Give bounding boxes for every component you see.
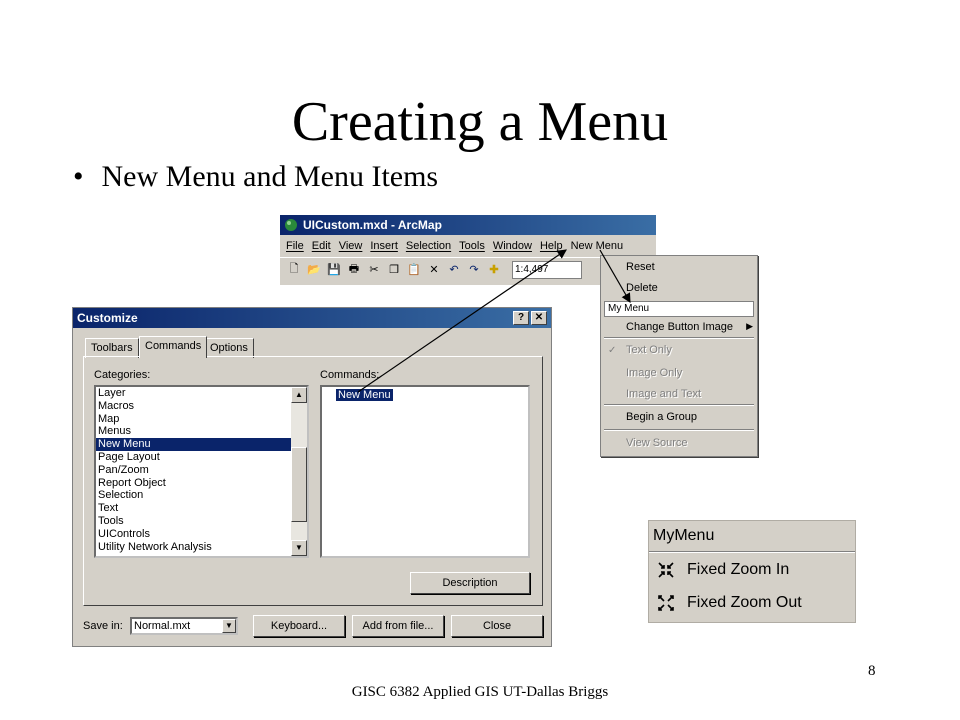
ctx-view-source[interactable]: View Source — [626, 437, 688, 449]
bullet-text: New Menu and Menu Items — [101, 160, 439, 193]
arcmap-titlebar: UICustom.mxd - ArcMap — [280, 215, 656, 235]
save-icon[interactable]: 💾 — [326, 262, 342, 278]
ctx-change-button-image[interactable]: Change Button Image — [626, 321, 733, 333]
arcmap-globe-icon — [285, 219, 297, 231]
fixed-zoom-in-item[interactable]: Fixed Zoom In — [657, 561, 789, 579]
categories-scrollbar[interactable]: ▲ ▼ — [291, 387, 307, 556]
list-item[interactable]: Layer — [96, 387, 307, 400]
menu-context-popup: Reset Delete My Menu Change Button Image… — [600, 255, 758, 457]
help-button[interactable]: ? — [513, 311, 529, 325]
fixed-zoom-out-item[interactable]: Fixed Zoom Out — [657, 594, 802, 612]
fixed-zoom-out-label: Fixed Zoom Out — [687, 594, 802, 611]
ctx-reset[interactable]: Reset — [626, 261, 655, 273]
list-item[interactable]: Pan/Zoom — [96, 464, 307, 477]
ctx-begin-group[interactable]: Begin a Group — [626, 411, 697, 423]
command-item-new-menu[interactable]: New Menu — [336, 389, 393, 401]
close-button[interactable]: Close — [451, 615, 543, 637]
bullet-dot: • — [73, 160, 84, 193]
print-icon[interactable]: 🖶 — [346, 262, 362, 278]
list-item[interactable]: Utility Network Analysis — [96, 541, 307, 554]
ctx-image-only[interactable]: Image Only — [626, 367, 682, 379]
list-item[interactable]: Map — [96, 413, 307, 426]
paste-icon[interactable]: 📋 — [406, 262, 422, 278]
delete-icon[interactable]: ✕ — [426, 262, 442, 278]
menu-name-input[interactable]: My Menu — [604, 301, 754, 317]
add-from-file-button[interactable]: Add from file... — [352, 615, 444, 637]
map-scale-field[interactable]: 1:4,497 — [512, 260, 582, 279]
commands-panel: Categories: Commands: Layer Macros Map M… — [83, 356, 543, 606]
slide-footer: GISC 6382 Applied GIS UT-Dallas Briggs — [351, 684, 609, 700]
menu-insert[interactable]: Insert — [370, 240, 398, 252]
menu-window[interactable]: Window — [493, 240, 532, 252]
categories-list[interactable]: Layer Macros Map Menus New Menu Page Lay… — [94, 385, 309, 558]
slide-title: Creating a Menu — [291, 91, 669, 153]
list-item[interactable]: Tools — [96, 515, 307, 528]
menu-selection[interactable]: Selection — [406, 240, 451, 252]
tab-commands[interactable]: Commands — [139, 336, 208, 358]
mymenu-panel: MyMenu Fixed Zoom In Fixed Zoom Out — [648, 520, 856, 623]
fixed-zoom-out-icon — [658, 595, 674, 611]
cut-icon[interactable]: ✂ — [366, 262, 382, 278]
list-item[interactable]: Report Object — [96, 477, 307, 490]
ctx-image-and-text[interactable]: Image and Text — [626, 388, 701, 400]
list-item[interactable]: Selection — [96, 489, 307, 502]
list-item[interactable]: Page Layout — [96, 451, 307, 464]
mymenu-title: MyMenu — [653, 527, 715, 544]
scroll-up-icon[interactable]: ▲ — [291, 387, 307, 403]
categories-label: Categories: — [94, 369, 151, 381]
chevron-down-icon[interactable]: ▼ — [222, 619, 236, 633]
list-item[interactable]: Menus — [96, 425, 307, 438]
arcmap-menubar: File Edit View Insert Selection Tools Wi… — [280, 235, 656, 257]
scroll-down-icon[interactable]: ▼ — [291, 540, 307, 556]
tab-toolbars[interactable]: Toolbars — [85, 338, 139, 358]
ctx-separator — [604, 429, 754, 431]
redo-icon[interactable]: ↷ — [466, 262, 482, 278]
tab-options[interactable]: Options — [204, 338, 254, 358]
customize-title: Customize — [77, 311, 138, 325]
save-in-value: Normal.mxt — [134, 620, 191, 632]
ctx-separator — [604, 404, 754, 406]
ctx-text-only[interactable]: Text Only — [626, 344, 672, 356]
customize-dialog: Customize ? ✕ Toolbars Commands Options … — [72, 307, 552, 647]
list-item[interactable]: Text — [96, 502, 307, 515]
undo-icon[interactable]: ↶ — [446, 262, 462, 278]
menu-view[interactable]: View — [339, 240, 363, 252]
new-document-icon[interactable]: 🗋 — [286, 262, 302, 278]
commands-list[interactable]: New Menu — [320, 385, 530, 558]
fixed-zoom-in-icon — [658, 562, 674, 578]
menu-help[interactable]: Help — [540, 240, 563, 252]
keyboard-button[interactable]: Keyboard... — [253, 615, 345, 637]
copy-icon[interactable]: ❐ — [386, 262, 402, 278]
commands-label: Commands: — [320, 369, 380, 381]
menu-edit[interactable]: Edit — [312, 240, 331, 252]
menu-tools[interactable]: Tools — [459, 240, 485, 252]
description-button[interactable]: Description — [410, 572, 530, 594]
ctx-delete[interactable]: Delete — [626, 282, 658, 294]
scroll-thumb[interactable] — [291, 447, 307, 522]
bullet-item: • New Menu and Menu Items — [73, 160, 438, 194]
add-data-icon[interactable]: ✚ — [486, 262, 502, 278]
page-number: 8 — [868, 663, 876, 679]
save-in-select[interactable]: Normal.mxt ▼ — [130, 617, 238, 635]
close-icon[interactable]: ✕ — [531, 311, 547, 325]
list-item[interactable]: UIControls — [96, 528, 307, 541]
ctx-separator — [604, 337, 754, 339]
list-item[interactable]: Macros — [96, 400, 307, 413]
fixed-zoom-in-label: Fixed Zoom In — [687, 561, 790, 578]
menu-new-menu[interactable]: New Menu — [571, 240, 624, 252]
list-item-selected[interactable]: New Menu — [96, 438, 291, 451]
save-in-label: Save in: — [83, 620, 123, 632]
open-folder-icon[interactable]: 📂 — [306, 262, 322, 278]
submenu-arrow-icon: ▶ — [746, 321, 753, 331]
arcmap-title: UICustom.mxd - ArcMap — [303, 218, 442, 232]
menu-file[interactable]: File — [286, 240, 304, 252]
checkmark-icon: ✓ — [608, 345, 617, 356]
customize-titlebar: Customize ? ✕ — [73, 308, 551, 328]
mymenu-divider — [649, 551, 855, 553]
